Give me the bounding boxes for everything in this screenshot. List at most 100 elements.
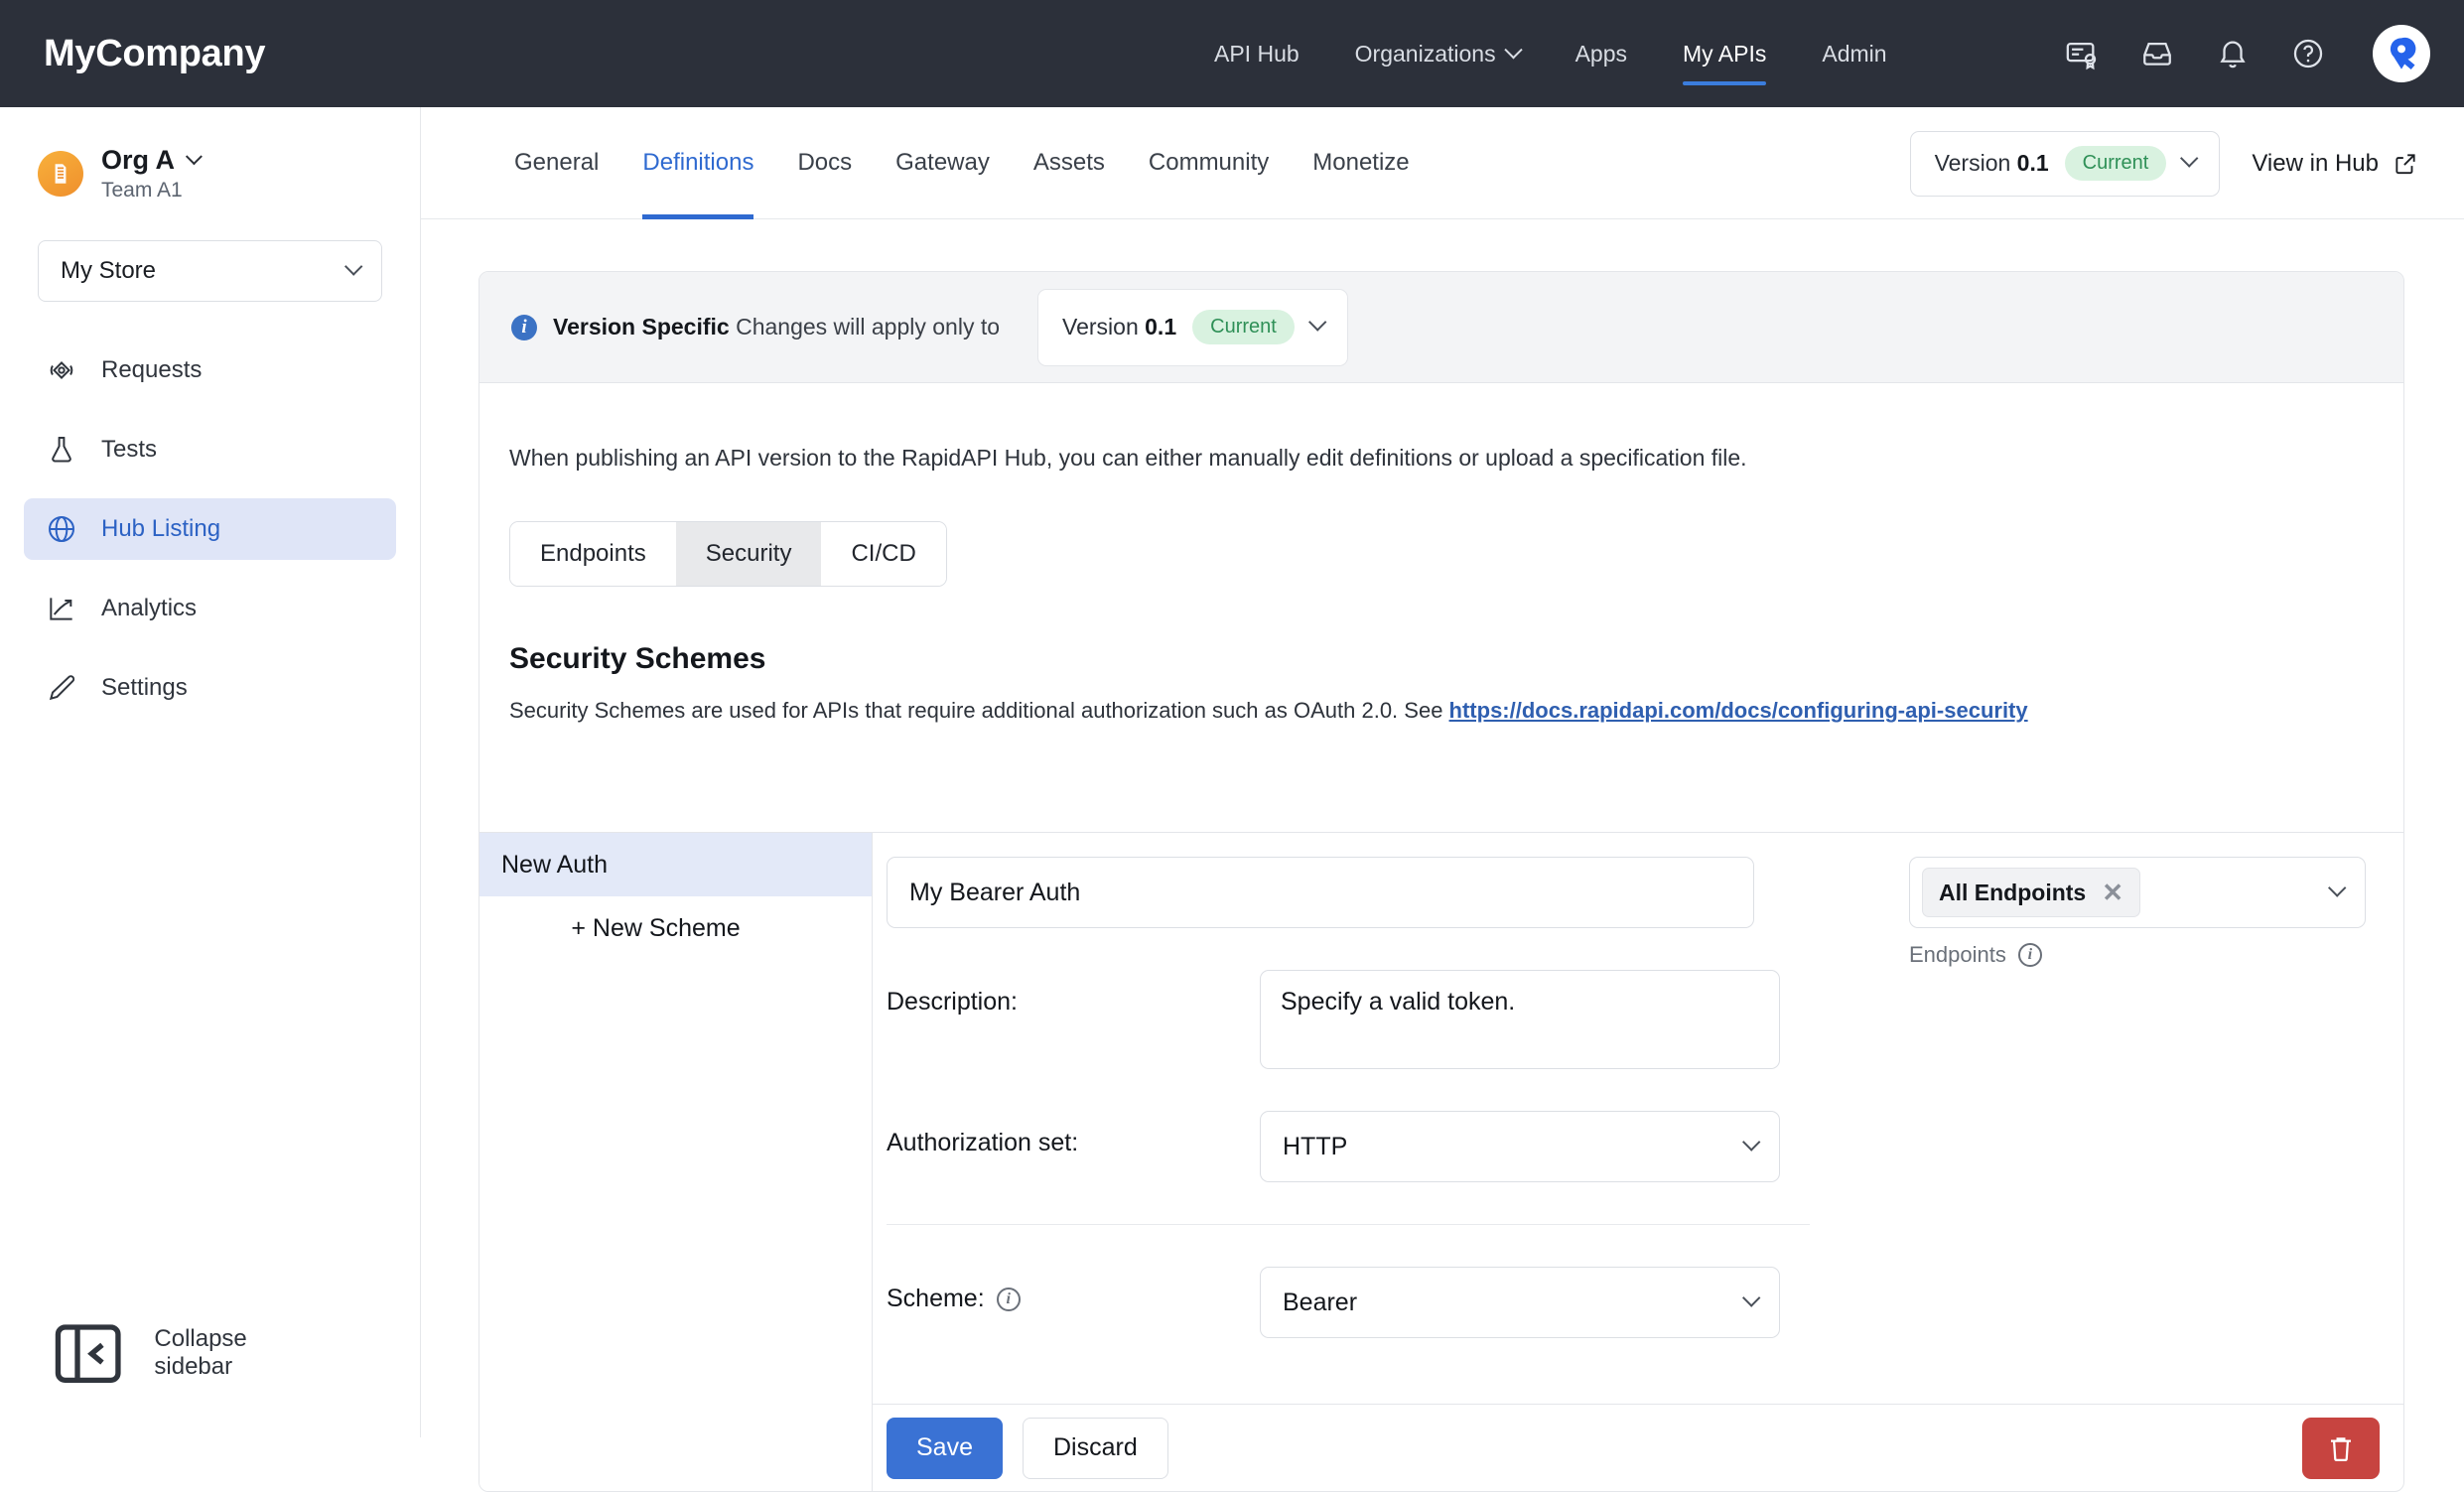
banner-version-text: Version 0.1 <box>1062 314 1176 340</box>
authorization-set-select[interactable]: HTTP <box>1260 1111 1780 1182</box>
topnav-label: API Hub <box>1214 40 1300 67</box>
topnav-item-organizations[interactable]: Organizations <box>1327 0 1548 107</box>
sidebar-item-label: Analytics <box>101 595 198 621</box>
scheme-label-wrap: Scheme: i <box>887 1267 1260 1313</box>
scheme-detail-body: All Endpoints ✕ Endpoints i Description: <box>873 833 2403 1404</box>
sidebar-item-analytics[interactable]: Analytics <box>24 578 396 639</box>
chevron-down-icon <box>1742 1288 1761 1307</box>
scheme-value: Bearer <box>1283 1288 1358 1316</box>
analytics-icon <box>50 598 72 620</box>
banner-version-selector[interactable]: Version 0.1 Current <box>1037 288 1348 366</box>
org-name: Org A <box>101 145 175 175</box>
new-scheme-button[interactable]: + New Scheme <box>479 896 872 960</box>
tab-label: General <box>514 149 600 176</box>
store-select[interactable]: My Store <box>38 240 382 302</box>
top-icon-group <box>2065 0 2430 107</box>
definitions-segmented-control: Endpoints Security CI/CD <box>509 521 947 587</box>
segment-label: Security <box>705 540 792 567</box>
sidebar-item-hub-listing[interactable]: Hub Listing <box>24 498 396 560</box>
banner-version-prefix: Version <box>1062 314 1139 339</box>
delete-button[interactable] <box>2302 1417 2380 1479</box>
sidebar-item-requests[interactable]: Requests <box>24 339 396 401</box>
sidebar-nav: Requests Tests Hub Listing Analytics Set… <box>0 339 420 719</box>
sidebar-item-label: Settings <box>101 674 188 701</box>
topnav-item-apps[interactable]: Apps <box>1548 0 1655 107</box>
scheme-list-item-new-auth[interactable]: New Auth <box>479 833 872 896</box>
scheme-row: Scheme: i Bearer <box>873 1267 2403 1338</box>
discard-button[interactable]: Discard <box>1022 1417 1168 1479</box>
top-bar: MyCompany API Hub Organizations Apps My … <box>0 0 2464 107</box>
save-button[interactable]: Save <box>887 1417 1003 1479</box>
scheme-select[interactable]: Bearer <box>1260 1267 1780 1338</box>
tab-assets[interactable]: Assets <box>1012 107 1127 219</box>
version-selector[interactable]: Version 0.1 Current <box>1909 130 2221 197</box>
tab-label: Monetize <box>1312 149 1410 176</box>
endpoints-chip-label: All Endpoints <box>1939 879 2087 905</box>
description-textarea[interactable]: Specify a valid token. <box>1260 970 1780 1069</box>
trash-icon <box>2331 1436 2351 1461</box>
sidebar-item-settings[interactable]: Settings <box>24 657 396 719</box>
description-row: Description: Specify a valid token. <box>873 970 2403 1069</box>
form-divider <box>887 1224 1810 1225</box>
info-icon: i <box>511 314 537 340</box>
segment-endpoints[interactable]: Endpoints <box>510 522 676 586</box>
bell-icon[interactable] <box>2216 37 2250 70</box>
authorization-set-row: Authorization set: HTTP <box>873 1111 2403 1182</box>
topnav-item-my-apis[interactable]: My APIs <box>1655 0 1794 107</box>
tab-definitions[interactable]: Definitions <box>620 107 775 219</box>
version-selector-text: Version 0.1 <box>1935 150 2049 177</box>
topnav-label: Organizations <box>1354 40 1496 67</box>
tab-general[interactable]: General <box>492 107 620 219</box>
tab-monetize[interactable]: Monetize <box>1291 107 1431 219</box>
scheme-name-input[interactable] <box>887 857 1754 928</box>
info-icon[interactable]: i <box>2017 943 2042 967</box>
chevron-down-icon <box>2180 149 2199 168</box>
collapse-sidebar-button[interactable]: Collapse sidebar <box>24 1311 269 1396</box>
requests-icon <box>50 361 73 379</box>
certificate-icon[interactable] <box>2065 37 2099 70</box>
sidebar-item-label: Tests <box>101 436 158 463</box>
topnav-label: Admin <box>1822 40 1887 67</box>
banner-status-badge: Current <box>1192 310 1295 344</box>
api-security-docs-link[interactable]: https://docs.rapidapi.com/docs/configuri… <box>1449 698 2028 723</box>
topnav-item-api-hub[interactable]: API Hub <box>1186 0 1327 107</box>
scheme-list: New Auth + New Scheme <box>479 833 873 1491</box>
chevron-down-icon <box>344 256 363 276</box>
inbox-icon[interactable] <box>2140 37 2174 70</box>
banner-body: Changes will apply only to <box>736 314 1001 339</box>
external-link-icon <box>2396 153 2415 174</box>
view-in-hub-link[interactable]: View in Hub <box>2252 150 2418 178</box>
main-content: General Definitions Docs Gateway Assets … <box>421 107 2464 1492</box>
close-icon[interactable]: ✕ <box>2102 880 2123 905</box>
help-icon[interactable] <box>2291 37 2325 70</box>
avatar[interactable] <box>2373 25 2430 82</box>
collapse-sidebar-label: Collapse sidebar <box>154 1325 247 1381</box>
section-subtitle-text: Security Schemes are used for APIs that … <box>509 698 1449 723</box>
building-icon <box>55 164 67 184</box>
tab-label: Community <box>1148 149 1270 176</box>
segment-label: Endpoints <box>540 540 646 567</box>
section-title: Security Schemes <box>509 642 766 675</box>
topnav-label: My APIs <box>1683 40 1767 67</box>
segment-cicd[interactable]: CI/CD <box>821 522 946 586</box>
tab-community[interactable]: Community <box>1127 107 1291 219</box>
flask-icon <box>52 437 71 463</box>
brand-logo[interactable]: MyCompany <box>44 33 266 75</box>
segment-security[interactable]: Security <box>675 522 822 586</box>
tab-gateway[interactable]: Gateway <box>874 107 1012 219</box>
chevron-down-icon <box>1503 40 1523 59</box>
banner-text: Version Specific Changes will apply only… <box>553 314 1000 340</box>
tab-docs[interactable]: Docs <box>775 107 874 219</box>
sidebar-item-label: Hub Listing <box>101 515 221 542</box>
topnav-item-admin[interactable]: Admin <box>1794 0 1914 107</box>
endpoints-select[interactable]: All Endpoints ✕ <box>1909 857 2366 928</box>
tab-bar-actions: Version 0.1 Current View in Hub <box>1909 107 2418 219</box>
sidebar-item-tests[interactable]: Tests <box>24 419 396 480</box>
chevron-down-icon <box>2328 878 2347 897</box>
definitions-card: i Version Specific Changes will apply on… <box>479 271 2404 1492</box>
org-switcher[interactable]: Org A Team A1 <box>38 145 420 203</box>
tab-label: Docs <box>797 149 853 176</box>
info-icon[interactable]: i <box>996 1287 1021 1311</box>
chevron-down-icon <box>1742 1132 1761 1152</box>
new-scheme-label: + New Scheme <box>571 913 741 942</box>
